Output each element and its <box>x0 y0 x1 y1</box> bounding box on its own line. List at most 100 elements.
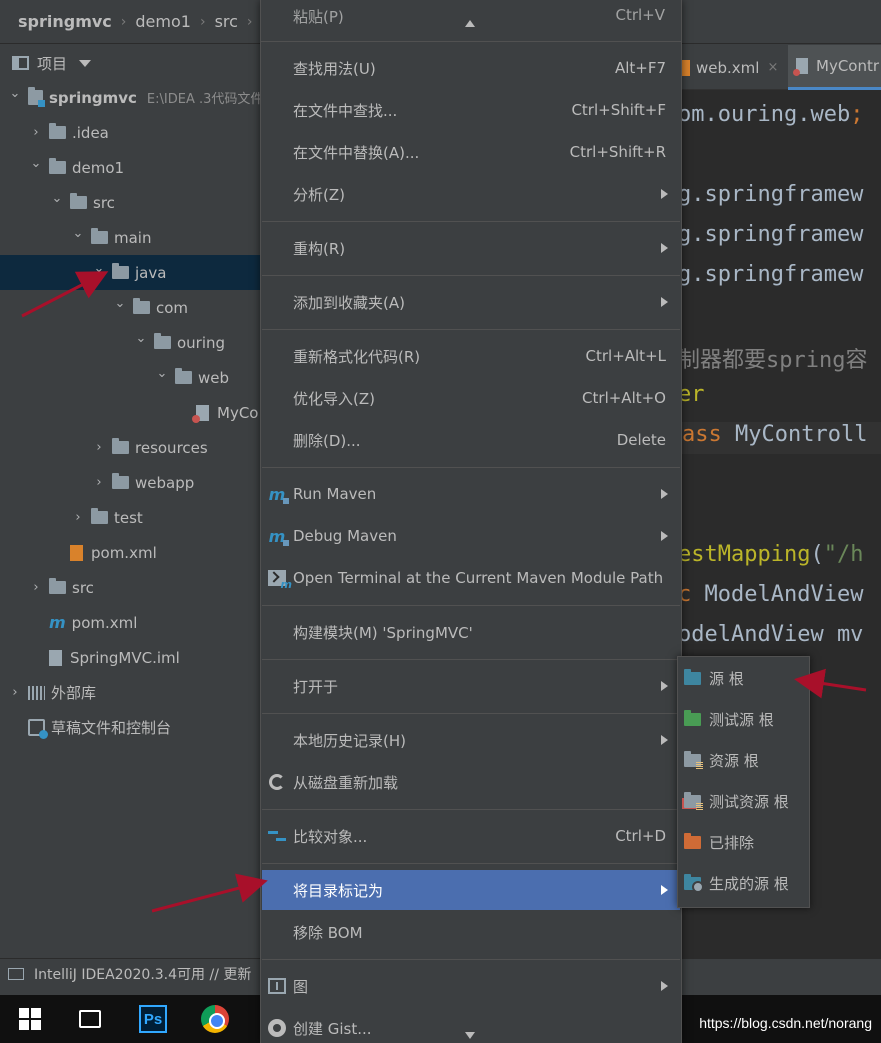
photoshop-icon: Ps <box>139 1005 167 1033</box>
chevron-down-icon[interactable]: ⌄ <box>113 296 127 311</box>
chevron-right-icon[interactable]: › <box>8 685 22 700</box>
tree-row[interactable]: ⌄ web <box>0 360 260 395</box>
submenu-item[interactable]: 测试源 根 <box>678 699 809 740</box>
breadcrumb-item[interactable]: springmvc <box>18 12 112 31</box>
tab-mycontroller[interactable]: MyContr <box>788 45 881 90</box>
tree-row[interactable]: › test <box>0 500 260 535</box>
menu-item[interactable]: 重新格式化代码(R) Ctrl+Alt+L <box>262 336 680 376</box>
tree-row[interactable]: ⌄ java <box>0 255 260 290</box>
folder-icon <box>684 792 703 810</box>
chevron-right-icon[interactable]: › <box>29 580 43 595</box>
menu-item[interactable]: 查找用法(U) Alt+F7 <box>262 48 680 88</box>
tree-row[interactable]: m pom.xml <box>0 605 260 640</box>
menu-item[interactable]: 图 <box>262 966 680 1006</box>
tree-label: demo1 <box>72 158 125 177</box>
menu-item[interactable]: 将目录标记为 <box>262 870 680 910</box>
menu-item[interactable]: 移除 BOM <box>262 912 680 952</box>
tree-path: E:\IDEA .3代码文件 <box>146 92 260 107</box>
project-panel-header[interactable]: 项目 <box>0 45 260 81</box>
code-token: ; <box>850 102 864 127</box>
code-token: 制器都要spring容 <box>682 348 868 373</box>
menu-item[interactable]: m Run Maven <box>262 474 680 514</box>
tree-row[interactable]: ⌄ springmvc E:\IDEA .3代码文件 <box>0 80 260 115</box>
breadcrumb-item[interactable]: demo1 <box>135 12 191 31</box>
tree-row[interactable]: › resources <box>0 430 260 465</box>
tree-row[interactable]: ⌄ com <box>0 290 260 325</box>
tree-row[interactable]: › webapp <box>0 465 260 500</box>
menu-item[interactable]: 构建模块(M) 'SpringMVC' <box>262 612 680 652</box>
submenu-item[interactable]: 已排除 <box>678 822 809 863</box>
tree-label: pom.xml <box>71 613 138 632</box>
chevron-right-icon[interactable]: › <box>92 475 106 490</box>
tree-row[interactable]: ⌄ demo1 <box>0 150 260 185</box>
watermark-url: https://blog.csdn.net/norang <box>699 1015 872 1031</box>
tree-row[interactable]: MyCo <box>0 395 260 430</box>
tree-row[interactable]: › .idea <box>0 115 260 150</box>
chevron-right-icon[interactable]: › <box>92 440 106 455</box>
chevron-down-icon[interactable]: ⌄ <box>29 156 43 171</box>
chevron-right-icon[interactable]: › <box>29 125 43 140</box>
folder-icon <box>91 508 108 524</box>
tree-row[interactable]: ⌄ main <box>0 220 260 255</box>
menu-item[interactable]: 添加到收藏夹(A) <box>262 282 680 322</box>
menu-item[interactable]: 在文件中查找... Ctrl+Shift+F <box>262 90 680 130</box>
menu-item[interactable]: 在文件中替换(A)... Ctrl+Shift+R <box>262 132 680 172</box>
submenu-item[interactable]: 生成的源 根 <box>678 863 809 904</box>
tree-row[interactable]: ⌄ src <box>0 185 260 220</box>
menu-item[interactable]: 重构(R) <box>262 228 680 268</box>
tree-row[interactable]: SpringMVC.iml <box>0 640 260 675</box>
status-text[interactable]: IntelliJ IDEA2020.3.4可用 // 更新 <box>34 964 251 984</box>
code-line: er <box>682 382 705 414</box>
library-icon <box>28 685 45 700</box>
menu-item[interactable]: 本地历史记录(H) <box>262 720 680 760</box>
menu-item[interactable]: m Debug Maven <box>262 516 680 556</box>
menu-item[interactable]: 打开于 <box>262 666 680 706</box>
chevron-down-icon[interactable]: ⌄ <box>92 261 106 276</box>
chevron-down-icon[interactable]: ⌄ <box>50 191 64 206</box>
code-token: g.springframew <box>682 222 864 247</box>
tree-row[interactable]: pom.xml <box>0 535 260 570</box>
windows-start-button[interactable] <box>14 1003 46 1035</box>
tree-row[interactable]: 草稿文件和控制台 <box>0 710 260 745</box>
menu-item[interactable]: 优化导入(Z) Ctrl+Alt+O <box>262 378 680 418</box>
chevron-down-icon[interactable]: ⌄ <box>8 86 22 101</box>
code-token: ass <box>682 422 735 447</box>
code-token: g.springframew <box>682 262 864 287</box>
chevron-down-icon[interactable] <box>79 59 92 67</box>
breadcrumb-item[interactable]: src <box>215 12 238 31</box>
submenu-item[interactable]: 测试资源 根 <box>678 781 809 822</box>
menu-item-label: 分析(Z) <box>293 185 345 204</box>
tab-web-xml[interactable]: web.xml × <box>682 45 778 90</box>
chevron-down-icon[interactable]: ⌄ <box>134 331 148 346</box>
panel-toggle-icon[interactable] <box>8 967 24 980</box>
reload-icon <box>266 771 288 793</box>
tree-row[interactable]: ⌄ ouring <box>0 325 260 360</box>
menu-item[interactable]: 比较对象... Ctrl+D <box>262 816 680 856</box>
windows-logo-icon <box>19 1008 41 1030</box>
code-token: estMapping <box>682 542 811 567</box>
folder-icon <box>175 368 192 384</box>
chevron-right-icon[interactable]: › <box>71 510 85 525</box>
menu-item[interactable]: 从磁盘重新加载 <box>262 762 680 802</box>
context-menu: 粘贴(P) Ctrl+V 查找用法(U) Alt+F7 在文件中查找... Ctrl+… <box>260 0 682 1043</box>
close-icon[interactable]: × <box>767 60 778 75</box>
chevron-down-icon[interactable]: ⌄ <box>71 226 85 241</box>
photoshop-button[interactable]: Ps <box>137 1003 169 1035</box>
submenu-item[interactable]: 源 根 <box>678 658 809 699</box>
chrome-button[interactable] <box>199 1003 231 1035</box>
chevron-down-icon[interactable]: ⌄ <box>155 366 169 381</box>
menu-scroll-down-icon[interactable] <box>465 1032 475 1039</box>
folder-icon <box>49 158 66 174</box>
tree-row[interactable]: › 外部库 <box>0 675 260 710</box>
task-view-button[interactable] <box>74 1003 106 1035</box>
tree-row[interactable]: › src <box>0 570 260 605</box>
menu-item[interactable]: 删除(D)... Delete <box>262 420 680 460</box>
menu-item[interactable]: Open Terminal at the Current Maven Modul… <box>262 558 680 598</box>
menu-item[interactable]: 分析(Z) <box>262 174 680 214</box>
tree-label: webapp <box>135 473 195 492</box>
menu-scroll-up-icon[interactable] <box>465 20 475 27</box>
submenu-item[interactable]: 资源 根 <box>678 740 809 781</box>
project-panel-title: 项目 <box>37 54 68 73</box>
project-tree: ⌄ springmvc E:\IDEA .3代码文件 › .idea ⌄ demo1 ⌄ src… <box>0 80 260 960</box>
menu-item-shortcut: Ctrl+Alt+O <box>582 389 666 407</box>
